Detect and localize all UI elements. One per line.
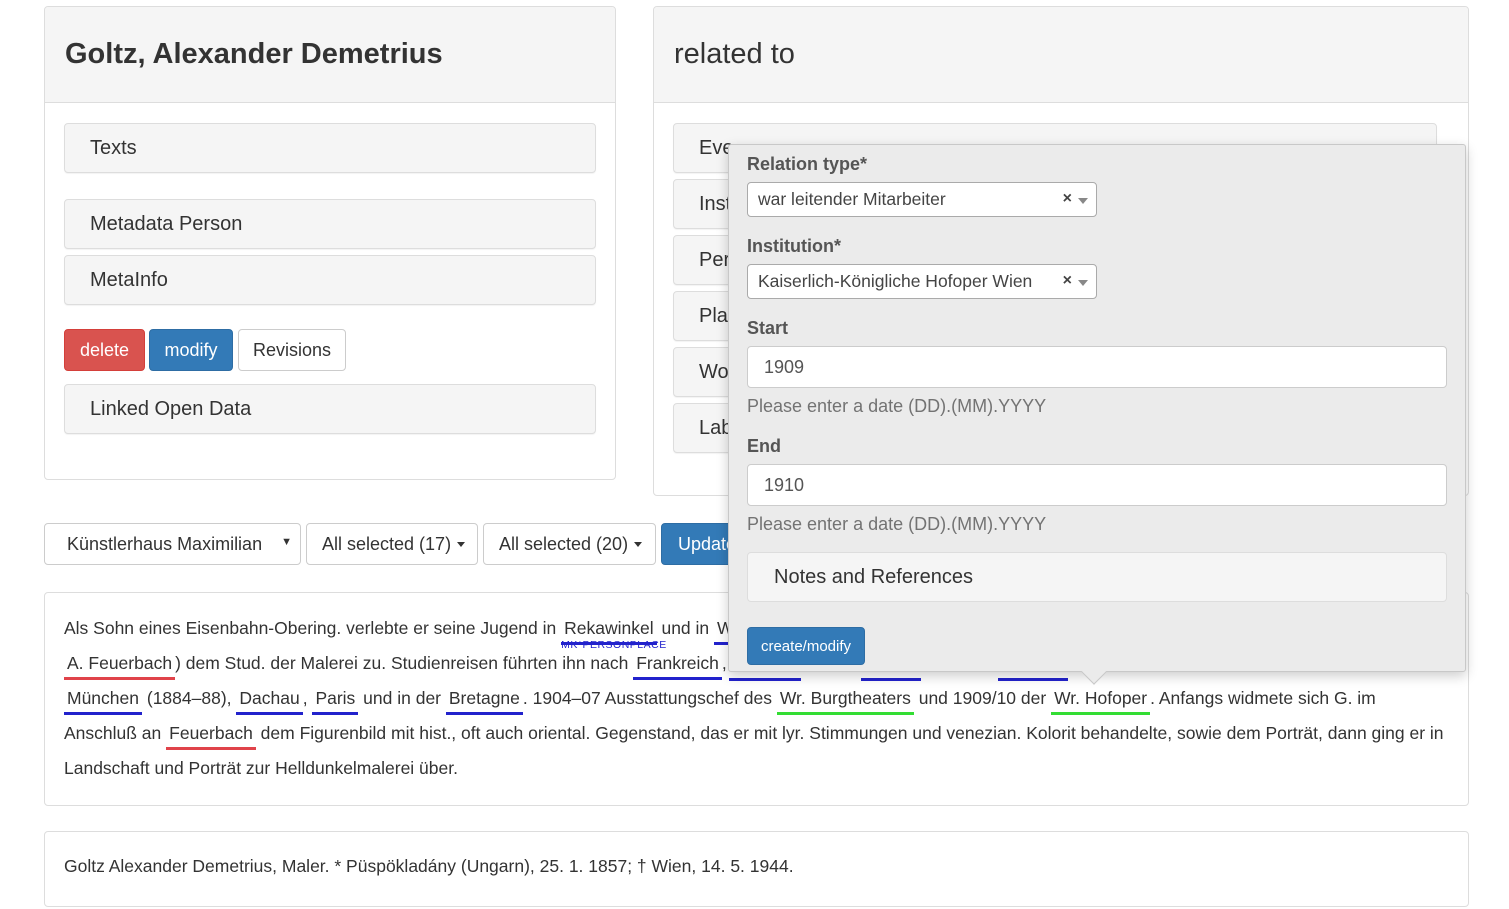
revisions-button[interactable]: Revisions [238, 329, 346, 371]
relation-type-label: Relation type* [747, 154, 868, 174]
annotation-institution[interactable]: Wr. Burgtheaters [776, 681, 914, 716]
caret-down-icon [457, 541, 466, 547]
start-date-input[interactable]: 1909 [747, 346, 1447, 388]
clear-icon[interactable]: × [1063, 190, 1072, 208]
short-bio-panel: Goltz Alexander Demetrius, Maler. * Püsp… [44, 831, 1469, 907]
create-modify-button[interactable]: create/modify [747, 627, 865, 665]
dropdown-arrow-icon[interactable] [1078, 198, 1088, 204]
institution-label: Institution* [747, 236, 841, 256]
annotation-place[interactable]: Rekawinkel MK*PERSONPLACE [561, 611, 666, 651]
multiselect-dropdown-2[interactable]: All selected (20) [483, 523, 656, 565]
institution-select[interactable]: Kaiserlich-Königliche Hofoper Wien × [747, 264, 1097, 299]
annotation-person[interactable]: Feuerbach [166, 716, 256, 751]
caret-down-icon [634, 541, 643, 547]
relation-type-value: war leitender Mitarbeiter [758, 189, 946, 209]
annotation-person[interactable]: A. Feuerbach [64, 646, 176, 681]
modify-button[interactable]: modify [149, 329, 233, 371]
clear-icon[interactable]: × [1063, 272, 1072, 290]
annotation-place[interactable]: Frankreich [633, 646, 722, 681]
metadata-person-accordion[interactable]: Metadata Person [64, 199, 596, 249]
annotation-place[interactable]: Bretagne [445, 681, 523, 716]
end-label: End [747, 436, 781, 456]
text-line-5: Landschaft und Porträt zur Helldunkelmal… [64, 758, 458, 778]
annotation-institution[interactable]: Wr. Hofoper [1051, 681, 1151, 716]
person-name-title: Goltz, Alexander Demetrius [65, 38, 443, 70]
start-date-help: Please enter a date (DD).(MM).YYYY [747, 396, 1047, 416]
text-line-3: München (1884–88), Dachau, Paris und in … [64, 681, 1464, 716]
notes-references-accordion[interactable]: Notes and References [747, 552, 1447, 602]
collection-select-value: Künstlerhaus Maximilian [67, 533, 263, 554]
relation-type-select[interactable]: war leitender Mitarbeiter × [747, 182, 1097, 217]
metainfo-accordion[interactable]: MetaInfo [64, 255, 596, 305]
select-arrow-icon: ▼ [281, 536, 292, 548]
start-label: Start [747, 318, 789, 338]
annotation-place[interactable]: Paris [312, 681, 359, 716]
linked-open-data-accordion[interactable]: Linked Open Data [64, 384, 596, 434]
dropdown-2-label: All selected (20) [499, 533, 629, 554]
related-panel-heading: related to [654, 7, 1468, 103]
delete-button[interactable]: delete [64, 329, 145, 371]
multiselect-dropdown-1[interactable]: All selected (17) [306, 523, 478, 565]
text-line-4: Anschluß an Feuerbach dem Figurenbild mi… [64, 716, 1464, 751]
annotation-place[interactable]: München [64, 681, 142, 716]
annotation-place[interactable]: Dachau [236, 681, 304, 716]
person-panel-heading: Goltz, Alexander Demetrius [45, 7, 615, 103]
collection-select[interactable]: Künstlerhaus Maximilian ▼ [44, 523, 301, 565]
relation-form-popover: Relation type* war leitender Mitarbeiter… [728, 144, 1466, 685]
short-bio-text: Goltz Alexander Demetrius, Maler. * Püsp… [64, 856, 794, 876]
dropdown-arrow-icon[interactable] [1078, 280, 1088, 286]
texts-accordion[interactable]: Texts [64, 123, 596, 173]
end-date-help: Please enter a date (DD).(MM).YYYY [747, 514, 1047, 534]
related-panel-title: related to [674, 38, 795, 70]
end-date-input[interactable]: 1910 [747, 464, 1447, 506]
person-panel: Goltz, Alexander Demetrius Texts Metadat… [44, 6, 616, 480]
dropdown-1-label: All selected (17) [322, 533, 452, 554]
institution-value: Kaiserlich-Königliche Hofoper Wien [758, 271, 1033, 291]
